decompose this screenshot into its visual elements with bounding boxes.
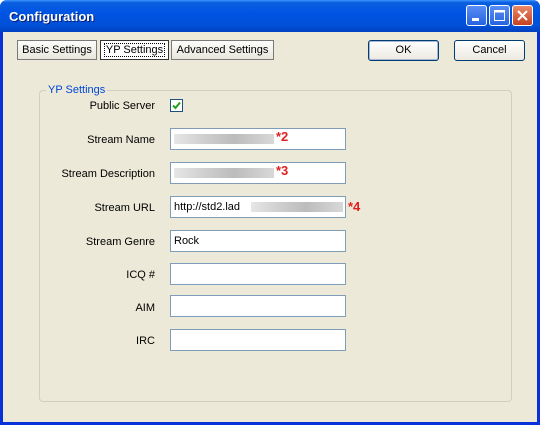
redacted-block (174, 134, 274, 144)
tab-advanced-settings[interactable]: Advanced Settings (171, 40, 274, 60)
icq-label: ICQ # (126, 269, 155, 281)
minimize-icon (472, 18, 479, 21)
cancel-button[interactable]: Cancel (454, 40, 525, 61)
redacted-block (251, 202, 343, 212)
irc-input[interactable] (170, 329, 346, 351)
checkmark-icon (172, 101, 181, 110)
tab-basic-settings[interactable]: Basic Settings (17, 40, 97, 60)
icq-input[interactable] (170, 263, 346, 285)
close-icon (517, 10, 528, 21)
aim-input[interactable] (170, 295, 346, 317)
annotation-4: *4 (348, 199, 361, 214)
stream-genre-label: Stream Genre (85, 236, 155, 248)
dialog-body: Basic Settings YP Settings Advanced Sett… (3, 32, 537, 422)
tab-yp-settings[interactable]: YP Settings (100, 40, 169, 60)
stream-url-input[interactable]: http://std2.lad (170, 196, 346, 218)
irc-label: IRC (136, 335, 155, 347)
stream-name-input[interactable] (170, 128, 346, 150)
stream-description-input[interactable] (170, 162, 346, 184)
stream-genre-value: Rock (174, 235, 200, 247)
close-button[interactable] (512, 5, 533, 26)
stream-name-label: Stream Name (87, 134, 155, 146)
group-title: YP Settings (48, 84, 106, 96)
maximize-icon (494, 10, 505, 21)
stream-url-value: http://std2.lad (174, 201, 241, 213)
tab-yp-settings-label: YP Settings (103, 43, 166, 57)
public-server-checkbox[interactable] (170, 99, 183, 112)
maximize-button[interactable] (489, 5, 510, 26)
minimize-button[interactable] (466, 5, 487, 26)
configuration-window: Configuration Basic Settings YP Settings… (0, 0, 540, 425)
stream-url-label: Stream URL (94, 202, 155, 214)
window-title: Configuration (9, 9, 95, 24)
title-bar[interactable]: Configuration (0, 0, 540, 32)
aim-label: AIM (135, 302, 155, 314)
stream-description-label: Stream Description (61, 168, 155, 180)
public-server-label: Public Server (89, 100, 155, 112)
annotation-2: *2 (276, 129, 289, 144)
annotation-3: *3 (276, 163, 289, 178)
stream-genre-input[interactable]: Rock (170, 230, 346, 252)
redacted-block (174, 168, 274, 178)
ok-button[interactable]: OK (368, 40, 439, 61)
